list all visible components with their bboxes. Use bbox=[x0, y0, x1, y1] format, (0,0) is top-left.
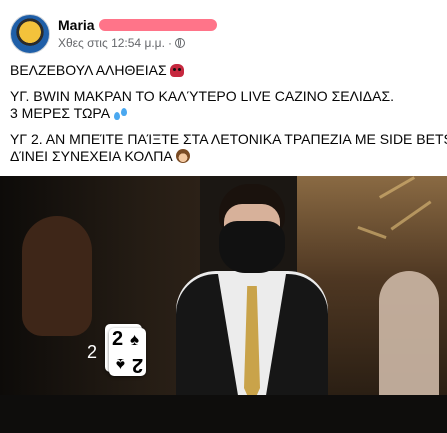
body-line-text: ΒΕΛΖΕΒΟΥΛ ΑΛΗΘΕΙΑΣ bbox=[10, 62, 167, 78]
body-line-text: 3 ΜΕΡΕΣ ΤΩΡΑ bbox=[10, 105, 111, 121]
spade-icon: ♠ bbox=[130, 330, 140, 349]
globe-icon[interactable] bbox=[174, 38, 185, 48]
body-line-text: ΥΓ 2. ΑΝ ΜΠΕΊΤΕ ΠΑΊΞΤΕ ΣΤΑ ΛΕΤΟΝΙΚΑ ΤΡΑΠ… bbox=[10, 131, 447, 147]
timestamp-row: Χθες στις 12:54 μ.μ. · bbox=[58, 34, 217, 52]
body-line: ΒΕΛΖΕΒΟΥΛ ΑΛΗΘΕΙΑΣ bbox=[10, 62, 447, 79]
table-surface bbox=[0, 395, 447, 433]
monkey-icon bbox=[175, 149, 190, 163]
video-player[interactable]: 2 2 ♠ 2 ♠ bbox=[0, 176, 447, 433]
author-name-row: Maria bbox=[58, 16, 217, 34]
redaction-scribble bbox=[98, 19, 217, 31]
body-line-text: ΥΓ. BWIN ΜΑΚΡΑΝ ΤΟ ΚΑΛΎΤΕΡΟ LIVE CAZINO … bbox=[10, 88, 395, 104]
body-line: ΥΓ 2. ΑΝ ΜΠΕΊΤΕ ΠΑΊΞΤΕ ΣΤΑ ΛΕΤΟΝΙΚΑ ΤΡΑΠ… bbox=[10, 131, 447, 148]
post-header: Maria Χθες στις 12:54 μ.μ. · bbox=[10, 12, 217, 56]
body-line: ΔΊΝΕΙ ΣΥΝΕΧΕΙΑ ΚΟΛΠΑ bbox=[10, 148, 447, 165]
author-avatar[interactable] bbox=[10, 14, 50, 54]
post-timestamp[interactable]: Χθες στις 12:54 μ.μ. bbox=[58, 36, 165, 50]
author-name[interactable]: Maria bbox=[58, 17, 95, 33]
dealer-mask bbox=[219, 221, 285, 273]
body-line-text: ΔΊΝΕΙ ΣΥΝΕΧΕΙΑ ΚΟΛΠΑ bbox=[10, 148, 173, 164]
post-meta: Maria Χθες στις 12:54 μ.μ. · bbox=[58, 16, 217, 52]
body-line: 3 ΜΕΡΕΣ ΤΩΡΑ bbox=[10, 105, 447, 122]
body-line: ΥΓ. BWIN ΜΑΚΡΑΝ ΤΟ ΚΑΛΎΤΕΡΟ LIVE CAZINO … bbox=[10, 88, 447, 105]
separator: · bbox=[167, 36, 172, 50]
hand-total: 2 bbox=[87, 342, 98, 362]
post-body: ΒΕΛΖΕΒΟΥΛ ΑΛΗΘΕΙΑΣ ΥΓ. BWIN ΜΑΚΡΑΝ ΤΟ ΚΑ… bbox=[10, 62, 447, 165]
facebook-post: Maria Χθες στις 12:54 μ.μ. · ΒΕΛΖΕΒΟΥΛ Α… bbox=[0, 0, 447, 433]
droplets-icon bbox=[113, 108, 129, 120]
card-rank: 2 bbox=[112, 328, 124, 350]
playing-card: 2 ♠ 2 ♠ bbox=[109, 328, 146, 376]
spade-icon: ♠ bbox=[115, 355, 125, 374]
skull-icon bbox=[169, 64, 184, 77]
player-figure bbox=[22, 216, 92, 336]
card-rank: 2 bbox=[131, 354, 143, 376]
